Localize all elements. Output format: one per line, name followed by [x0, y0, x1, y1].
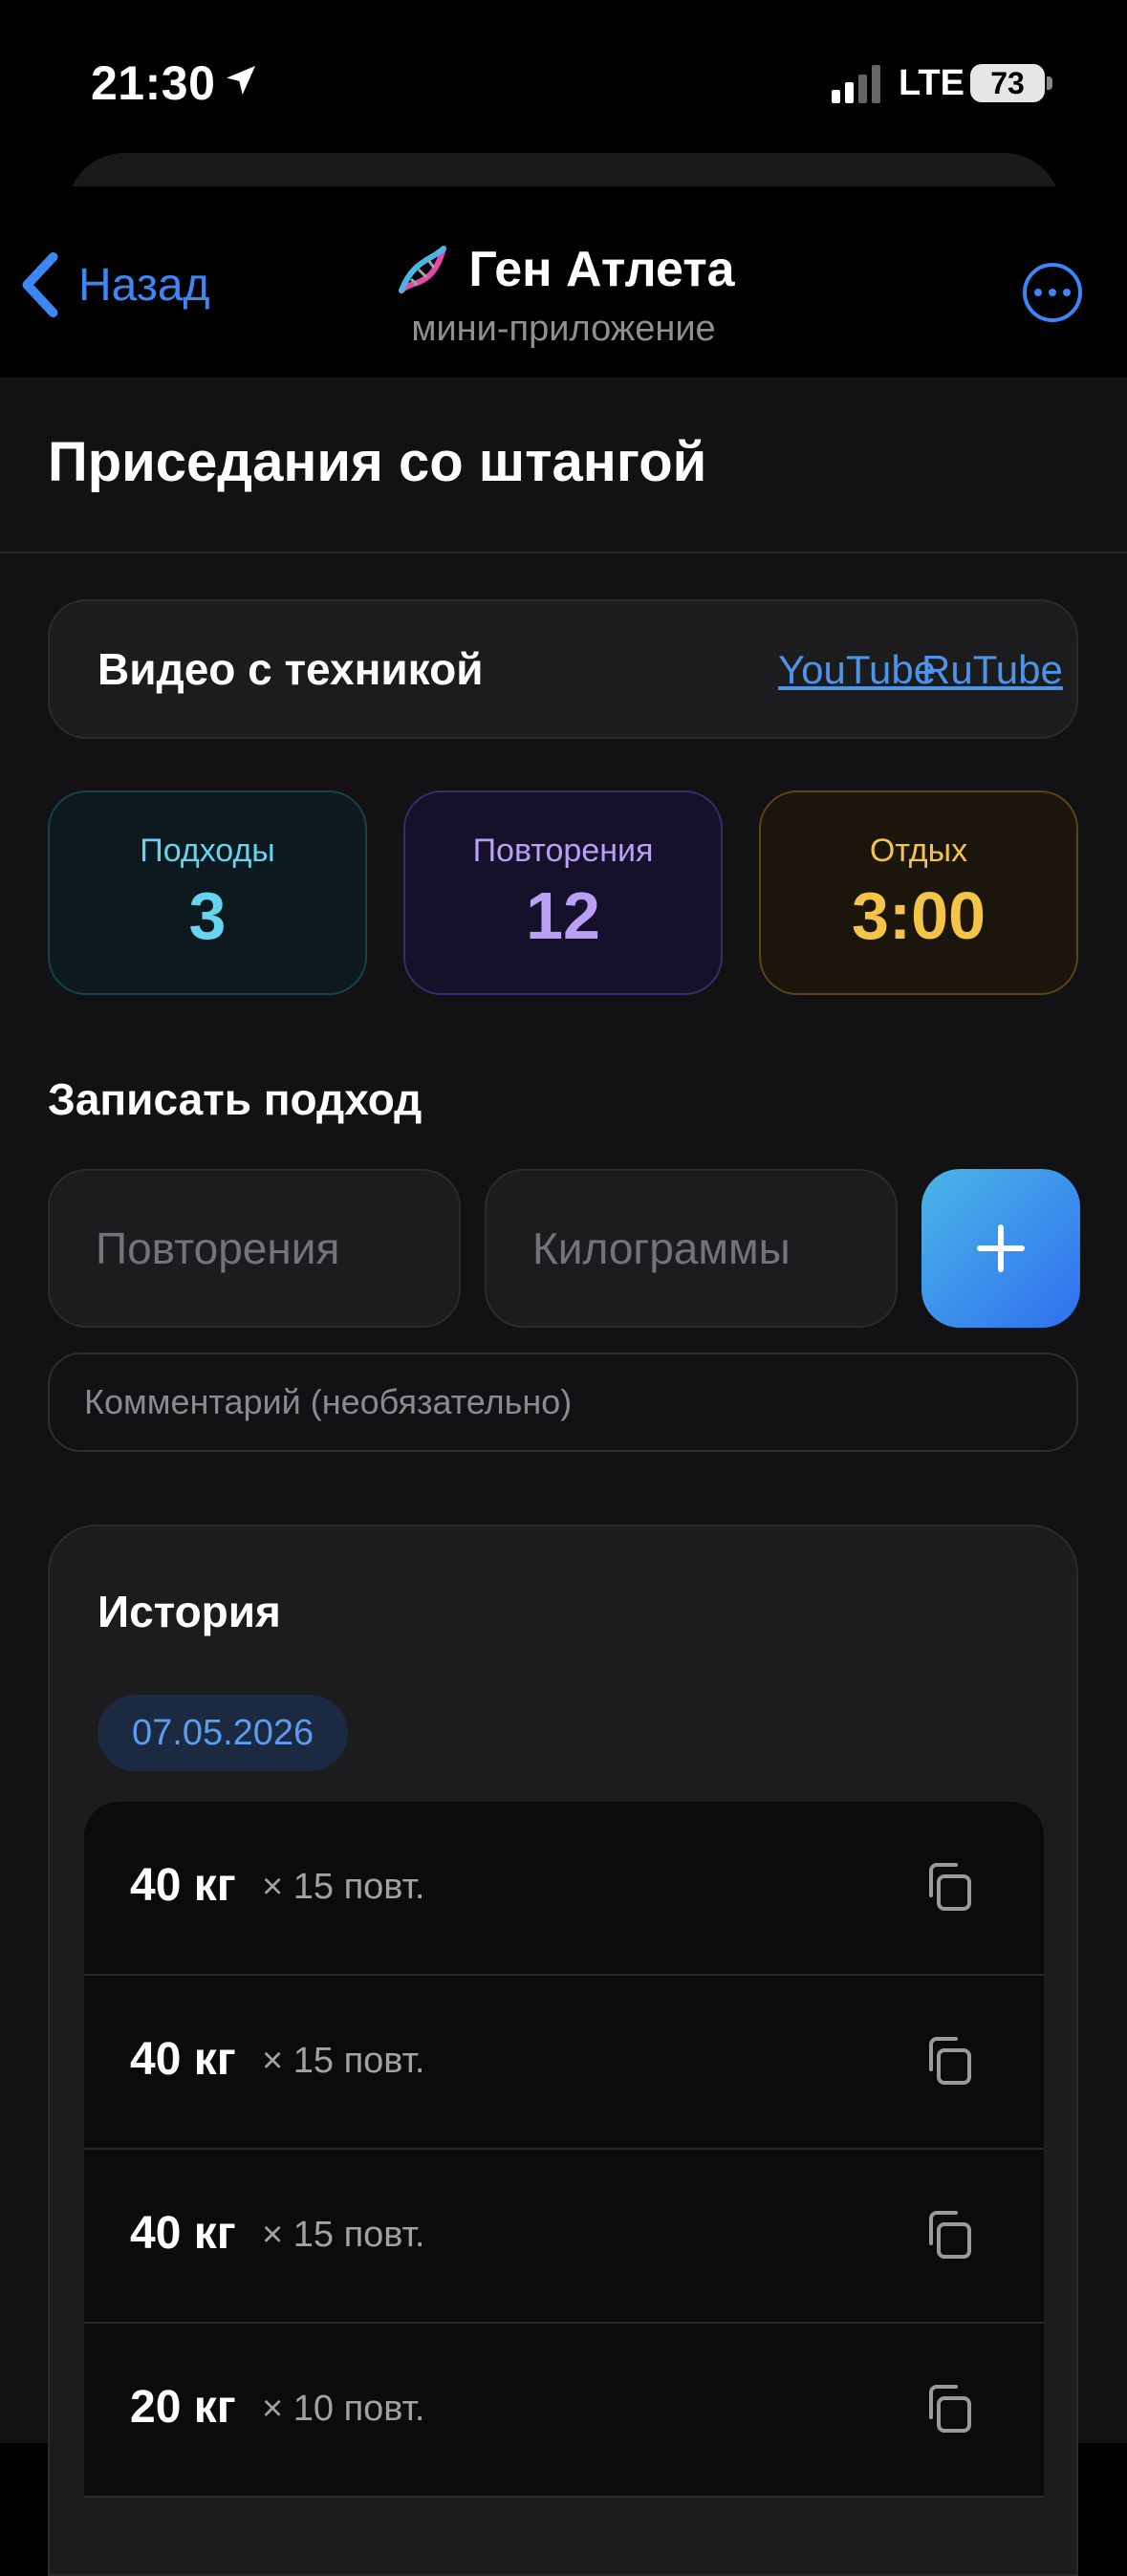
add-set-button[interactable]: [921, 1169, 1080, 1328]
nav-title-group: Ген Атлета мини-приложение: [0, 239, 1127, 350]
location-arrow-icon: [227, 66, 255, 95]
stat-sets-card: Подходы 3: [48, 790, 367, 995]
copy-icon[interactable]: [918, 2031, 977, 2090]
network-type: LTE: [899, 63, 964, 103]
exercise-title: Приседания со штангой: [48, 431, 707, 493]
app-title: Ген Атлета: [392, 239, 735, 300]
history-entry: 40 кг × 15 повт.: [84, 2150, 1044, 2324]
stat-label: Подходы: [140, 833, 275, 869]
entry-weight: 40 кг: [130, 1860, 236, 1911]
rutube-link[interactable]: RuTube: [921, 647, 1063, 693]
nav-bar: Назад Ген Атлета мини-приложение: [0, 186, 1127, 378]
youtube-link[interactable]: YouTube: [778, 647, 936, 693]
more-dot-icon: [1034, 289, 1042, 296]
stat-rest-card: Отдых 3:00: [759, 790, 1078, 995]
video-label: Видео с техникой: [98, 644, 484, 694]
stat-value: 3:00: [851, 878, 986, 953]
more-options-button[interactable]: [1023, 263, 1082, 322]
dna-icon: [399, 246, 447, 293]
stat-label: Повторения: [472, 833, 654, 869]
entry-weight: 20 кг: [130, 2382, 236, 2433]
battery-icon: 73: [970, 64, 1045, 102]
copy-icon[interactable]: [918, 1857, 977, 1916]
entry-reps: × 15 повт.: [262, 1867, 425, 1907]
divider: [0, 552, 1127, 553]
app-title-text: Ген Атлета: [468, 242, 735, 297]
copy-icon[interactable]: [918, 2379, 977, 2438]
app-subtitle: мини-приложение: [411, 309, 716, 349]
history-entry: 20 кг × 10 повт.: [84, 2324, 1044, 2498]
signal-icon: [832, 65, 880, 103]
more-dot-icon: [1063, 289, 1071, 296]
log-set-title: Записать подход: [48, 1074, 423, 1124]
entry-reps: × 15 повт.: [262, 2215, 425, 2255]
battery-level: 73: [990, 66, 1025, 100]
entry-weight: 40 кг: [130, 2208, 236, 2259]
plus-icon: [977, 1224, 1025, 1272]
history-list: 40 кг × 15 повт. 40 кг × 15 повт. 40 кг …: [84, 1802, 1044, 2498]
stat-label: Отдых: [869, 833, 968, 869]
history-title: История: [98, 1587, 281, 1636]
history-entry: 40 кг × 15 повт.: [84, 1802, 1044, 1976]
comment-input[interactable]: Комментарий (необязательно): [48, 1353, 1078, 1452]
video-technique-card: Видео с техникой YouTube RuTube: [48, 599, 1078, 739]
battery-tip: [1047, 76, 1052, 90]
content-area: Приседания со штангой Видео с техникой Y…: [0, 378, 1127, 2576]
entry-reps: × 15 повт.: [262, 2041, 425, 2081]
kg-input[interactable]: Килограммы: [485, 1169, 898, 1328]
stat-reps-card: Повторения 12: [403, 790, 723, 995]
date-badge: 07.05.2026: [98, 1695, 349, 1771]
history-entry: 40 кг × 15 повт.: [84, 1976, 1044, 2150]
status-time: 21:30: [91, 56, 216, 110]
history-card: История 07.05.2026 40 кг × 15 повт. 40 к…: [48, 1525, 1078, 2576]
stat-value: 12: [526, 878, 600, 953]
reps-input[interactable]: Повторения: [48, 1169, 461, 1328]
entry-weight: 40 кг: [130, 2034, 236, 2085]
copy-icon[interactable]: [918, 2205, 977, 2264]
stat-value: 3: [188, 878, 227, 953]
more-dot-icon: [1049, 289, 1056, 296]
status-bar: 21:30 LTE 73: [0, 0, 1127, 162]
entry-reps: × 10 повт.: [262, 2389, 425, 2429]
